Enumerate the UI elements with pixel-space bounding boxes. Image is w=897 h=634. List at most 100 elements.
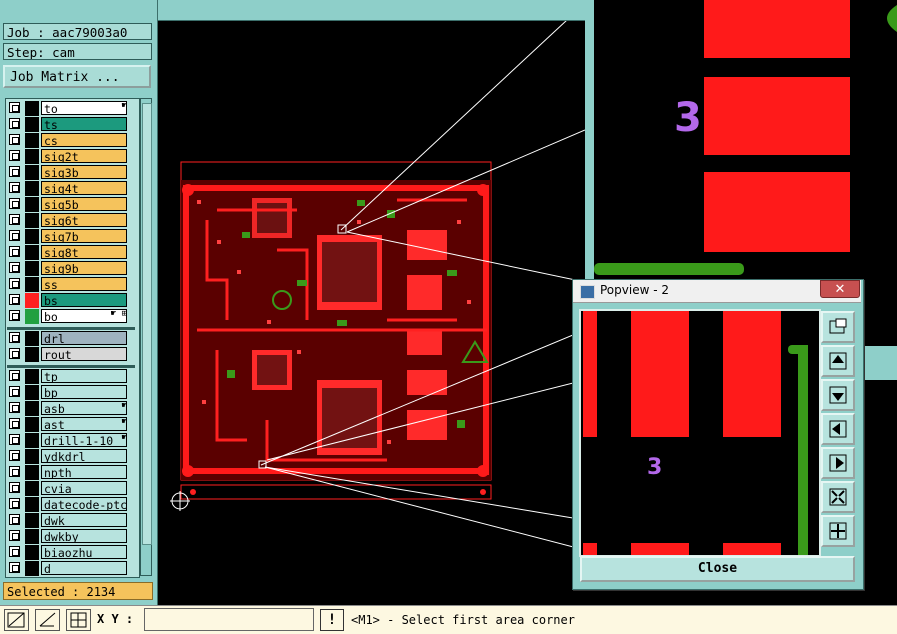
layer-color-swatch[interactable] [25,529,39,544]
layer-color-swatch[interactable] [25,465,39,480]
layer-checkbox[interactable] [9,466,20,477]
layer-row[interactable]: cs [7,133,137,148]
layer-color-swatch[interactable] [25,481,39,496]
layer-checkbox[interactable] [9,230,20,241]
layer-checkbox[interactable] [9,514,20,525]
layer-checkbox[interactable] [9,102,20,113]
layer-name[interactable]: sig8t [41,245,127,259]
layer-name[interactable]: ast [41,417,127,431]
job-matrix-button[interactable]: Job Matrix ... [3,65,151,88]
layer-checkbox[interactable] [9,150,20,161]
layer-row[interactable]: drl [7,331,137,346]
layer-name[interactable]: drl [41,331,127,345]
layer-list-scrollbar[interactable] [140,98,152,576]
layer-color-swatch[interactable] [25,293,39,308]
layer-name[interactable]: ydkdrl [41,449,127,463]
layer-row[interactable]: cvia [7,481,137,496]
layer-name[interactable]: drill-1-10 [41,433,127,447]
layer-name[interactable]: sig3b [41,165,127,179]
layer-color-swatch[interactable] [25,245,39,260]
zoom-out-icon[interactable] [821,515,855,547]
layer-checkbox[interactable] [9,332,20,343]
layer-color-swatch[interactable] [25,369,39,384]
layer-row[interactable]: ast ☛ [7,417,137,432]
layer-checkbox[interactable] [9,182,20,193]
layer-row[interactable]: npth [7,465,137,480]
layer-row[interactable]: datecode-ptc [7,497,137,512]
layer-checkbox[interactable] [9,214,20,225]
layer-name[interactable]: sig5b [41,197,127,211]
layer-color-swatch[interactable] [25,513,39,528]
xy-input[interactable] [144,608,314,631]
layer-color-swatch[interactable] [25,261,39,276]
layer-checkbox[interactable] [9,262,20,273]
layer-name[interactable]: sig2t [41,149,127,163]
layer-row[interactable]: drill-1-10 ☛ [7,433,137,448]
layer-checkbox[interactable] [9,310,20,321]
layer-color-swatch[interactable] [25,133,39,148]
layer-color-swatch[interactable] [25,101,39,116]
grid-icon[interactable] [66,609,91,631]
layer-row[interactable]: ts [7,117,137,132]
layer-color-swatch[interactable] [25,561,39,576]
layer-row[interactable]: sig6t [7,213,137,228]
zoom-in-icon[interactable] [821,481,855,513]
layer-color-swatch[interactable] [25,331,39,346]
scrollbar-thumb[interactable] [142,103,152,545]
layer-name[interactable]: cvia [41,481,127,495]
layer-name[interactable]: npth [41,465,127,479]
layer-checkbox[interactable] [9,530,20,541]
layer-color-swatch[interactable] [25,433,39,448]
layer-color-swatch[interactable] [25,401,39,416]
layer-row[interactable]: to ☛ [7,101,137,116]
layer-checkbox[interactable] [9,278,20,289]
layer-row[interactable]: asb ☛ [7,401,137,416]
layer-name[interactable]: sig4t [41,181,127,195]
layer-checkbox[interactable] [9,434,20,445]
layer-color-swatch[interactable] [25,165,39,180]
layer-color-swatch[interactable] [25,181,39,196]
layer-color-swatch[interactable] [25,497,39,512]
layer-checkbox[interactable] [9,348,20,359]
layer-checkbox[interactable] [9,386,20,397]
popview-close-button[interactable]: Close [580,556,855,582]
layer-name[interactable]: ts [41,117,127,131]
layer-row[interactable]: sig4t [7,181,137,196]
layer-row[interactable]: dwkby [7,529,137,544]
layer-color-swatch[interactable] [25,449,39,464]
layer-name[interactable]: ss [41,277,127,291]
layer-checkbox[interactable] [9,198,20,209]
popview-canvas[interactable]: 3 [579,309,821,557]
layer-row[interactable]: ss [7,277,137,292]
zoom-fit-icon[interactable] [821,311,855,343]
layer-row[interactable]: ydkdrl [7,449,137,464]
layer-checkbox[interactable] [9,418,20,429]
layer-row[interactable]: tp [7,369,137,384]
layer-name[interactable]: dwk [41,513,127,527]
layer-color-swatch[interactable] [25,197,39,212]
layer-color-swatch[interactable] [25,309,39,324]
layer-name[interactable]: tp [41,369,127,383]
layer-row[interactable]: bs [7,293,137,308]
layer-color-swatch[interactable] [25,277,39,292]
layer-name[interactable]: cs [41,133,127,147]
alert-button[interactable]: ! [320,609,344,631]
layer-row[interactable]: sig3b [7,165,137,180]
layer-row[interactable]: biaozhu [7,545,137,560]
layer-row[interactable]: sig7b [7,229,137,244]
layer-checkbox[interactable] [9,482,20,493]
layer-checkbox[interactable] [9,450,20,461]
layer-color-swatch[interactable] [25,385,39,400]
layer-row[interactable]: rout [7,347,137,362]
layer-name[interactable]: sig6t [41,213,127,227]
zoom-window-icon[interactable] [4,609,29,631]
layer-checkbox[interactable] [9,546,20,557]
layer-name[interactable]: biaozhu [41,545,127,559]
pan-up-icon[interactable] [821,345,855,377]
layer-checkbox[interactable] [9,134,20,145]
layer-checkbox[interactable] [9,294,20,305]
layer-checkbox[interactable] [9,246,20,257]
pan-right-icon[interactable] [821,447,855,479]
layer-checkbox[interactable] [9,562,20,573]
layer-row[interactable]: sig2t [7,149,137,164]
